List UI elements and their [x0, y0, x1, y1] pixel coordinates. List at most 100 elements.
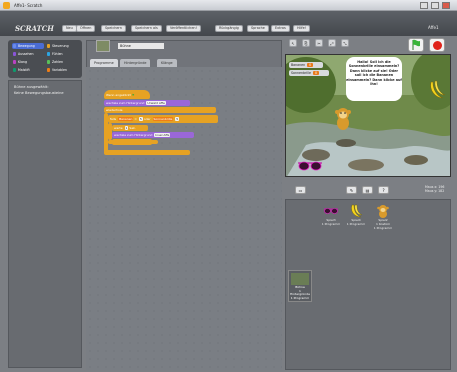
sunglasses-reporter: Sonnenbrille	[152, 117, 174, 121]
menu-help[interactable]: Hilfe!	[293, 25, 311, 32]
menu-open[interactable]: Öffnen	[76, 25, 96, 32]
delete-tool-icon[interactable]: ✂	[315, 39, 323, 47]
maximize-icon[interactable]	[431, 2, 439, 9]
sprite-tile-info: 1 Programm	[321, 221, 341, 226]
if-block-end	[108, 140, 158, 144]
when-flag-clicked-block[interactable]: Wenn angeklickt ⚑	[104, 90, 150, 99]
when-flag-clicked-label: Wenn angeklickt	[106, 93, 131, 97]
variable-label: Bananen	[291, 63, 306, 67]
sunglasses-compare-value[interactable]: 5	[175, 117, 180, 121]
wait-label: warte	[114, 126, 123, 130]
category-looks[interactable]: Aussehen	[12, 51, 44, 57]
category-label: Bewegung	[18, 44, 35, 48]
switch-background-label-2: wechsle zum Hintergrund	[114, 133, 153, 137]
menu-language[interactable]: Sprache	[247, 25, 269, 32]
variable-value: 0	[312, 71, 319, 75]
presentation-mode-icon[interactable]: ▭	[295, 186, 306, 194]
category-panel: Bewegung Steuerung Aussehen Fühlen Klang…	[8, 40, 82, 78]
variable-monitor-sunglasses: Sonnenbrille 0	[289, 70, 329, 76]
scratch-logo-icon	[3, 2, 10, 9]
variable-label: Sonnenbrille	[291, 71, 311, 75]
banana-thumbnail-icon	[349, 204, 363, 218]
variable-monitor-bananas: Bananen 0	[289, 62, 323, 68]
block-palette: Bühne ausgewählt: Keine Bewegungsbaustei…	[8, 80, 82, 368]
category-label: Fühlen	[52, 52, 63, 56]
background-dropdown[interactable]: Urwald Affe	[146, 101, 166, 105]
switch-background-label: wechsle zum Hintergrund	[106, 101, 145, 105]
category-operators[interactable]: Zahlen	[46, 59, 78, 65]
category-label: Steuerung	[52, 44, 69, 48]
monkey-thumbnail-icon	[376, 204, 390, 218]
switch-background-block[interactable]: wechsle zum Hintergrund Urwald Affe	[104, 100, 190, 106]
forever-block[interactable]: wiederhole	[104, 107, 216, 113]
category-label: Variablen	[52, 68, 67, 72]
background-dropdown-2[interactable]: Insel Affe	[154, 133, 171, 137]
stop-button[interactable]	[429, 38, 445, 52]
menu-new[interactable]: Neu	[62, 25, 77, 32]
wait-unit: Sek.	[129, 126, 136, 130]
menu-save-as[interactable]: Speichern als	[131, 25, 162, 32]
menu-undo[interactable]: Rückgängig	[215, 25, 243, 32]
forever-block-end	[104, 150, 190, 155]
if-label: falls	[110, 117, 117, 121]
user-name: Affe1	[428, 25, 439, 30]
stage-tile[interactable]: Bühne 1 Hintergründe 1 Programm	[288, 270, 312, 302]
category-label: Aussehen	[18, 52, 34, 56]
green-flag-button[interactable]	[408, 38, 424, 52]
or-operator: oder	[143, 117, 151, 121]
category-sensing[interactable]: Fühlen	[46, 51, 78, 57]
sprite-name-field[interactable]: Bühne	[118, 43, 164, 49]
category-label: Klang	[18, 60, 27, 64]
sprite-tile-monkey[interactable]: Spiel2 1 Kostüm 1 Programm	[370, 204, 396, 236]
brand-logo: SCRATCH	[15, 24, 54, 33]
current-sprite-thumbnail	[96, 40, 110, 52]
grow-tool-icon[interactable]: ⤢	[328, 39, 336, 47]
palette-message-2: Keine Bewegungsbausteine	[14, 91, 64, 95]
variable-value: 0	[307, 63, 314, 67]
stage-thumbnail	[291, 273, 309, 285]
speech-bubble: Hallo! Soll ich die Sonnenbrille einsamm…	[346, 57, 402, 101]
category-variables[interactable]: Variablen	[46, 67, 78, 73]
wait-block[interactable]: warte 1 Sek.	[112, 125, 148, 131]
paint-new-sprite-icon[interactable]: ✎	[346, 186, 357, 194]
window-title: Affe1- Scratch	[14, 3, 43, 8]
category-control[interactable]: Steuerung	[46, 43, 78, 49]
scratch-window: Affe1- Scratch SCRATCH Neu Öffnen Speich…	[0, 0, 457, 372]
switch-background-block-2[interactable]: wechsle zum Hintergrund Insel Affe	[112, 132, 194, 138]
sprite-tile-sunglasses[interactable]: Spiel3 1 Programm	[318, 204, 344, 236]
sunglasses-thumbnail-icon	[324, 204, 338, 218]
category-motion[interactable]: Bewegung	[12, 43, 44, 49]
sprite-tile-banana[interactable]: Spiel4 1 Programm	[343, 204, 369, 236]
random-sprite-icon[interactable]: ?	[378, 186, 389, 194]
close-icon[interactable]	[442, 2, 450, 9]
tab-sounds[interactable]: Klänge	[157, 59, 177, 67]
menu-share[interactable]: Veröffentlichen!	[166, 25, 201, 32]
category-pen[interactable]: Malstift	[12, 67, 44, 73]
shrink-tool-icon[interactable]: ⤡	[341, 39, 349, 47]
category-label: Zahlen	[52, 60, 64, 64]
green-flag-icon: ⚑	[131, 93, 135, 97]
tab-scripts[interactable]: Programme	[90, 59, 118, 67]
bananas-compare-value[interactable]: 5	[138, 117, 143, 121]
choose-sprite-from-file-icon[interactable]: ▤	[362, 186, 373, 194]
category-sound[interactable]: Klang	[12, 59, 44, 65]
tab-backgrounds[interactable]: Hintergründe	[120, 59, 151, 67]
bananas-reporter: Bananen	[118, 117, 134, 121]
menu-extras[interactable]: Extras	[271, 25, 290, 32]
mouse-y: Maus y: 182	[425, 188, 445, 193]
sprite-tile-info: 1 Programm	[346, 221, 366, 226]
menu-bar	[0, 11, 457, 36]
if-block[interactable]: falls Bananen = 5 oder Sonnenbrille 5	[108, 115, 218, 123]
green-flag-icon	[412, 39, 420, 50]
duplicate-tool-icon[interactable]: ⎘	[302, 39, 310, 47]
stop-sign-icon	[433, 41, 442, 50]
mouse-coordinates: Maus x: 196 Maus y: 182	[425, 185, 445, 193]
forever-label: wiederhole	[106, 108, 123, 112]
minimize-icon[interactable]	[420, 2, 428, 9]
title-bar: Affe1- Scratch	[0, 0, 457, 11]
menu-save[interactable]: Speichern	[101, 25, 126, 32]
stage-tile-info: 1 Hintergründe 1 Programm	[290, 288, 310, 300]
arrow-tool-icon[interactable]: ↖	[289, 39, 297, 47]
wait-seconds-input[interactable]: 1	[124, 126, 129, 130]
category-label: Malstift	[18, 68, 30, 72]
